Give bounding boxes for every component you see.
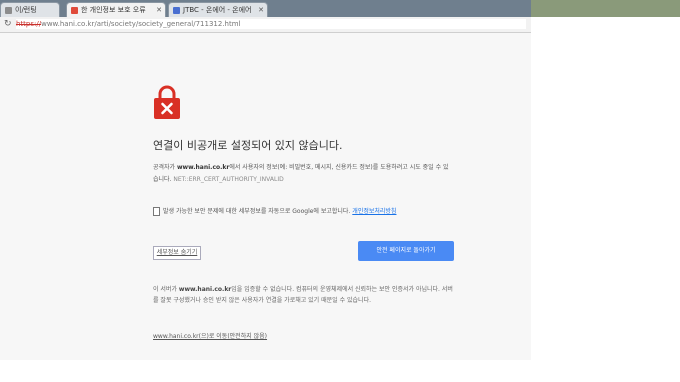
details-text: 이 서버가 www.hani.co.kr임을 입증할 수 없습니다. 컴퓨터의 …: [153, 284, 455, 306]
close-icon[interactable]: ✕: [258, 3, 264, 17]
blank-area: [0, 360, 531, 382]
page-title: 연결이 비공개로 설정되어 있지 않습니다.: [153, 139, 343, 152]
reload-icon[interactable]: ↻: [4, 19, 12, 29]
close-icon[interactable]: ✕: [156, 3, 162, 17]
report-row: 발생 가능한 보안 문제에 대한 세부정보를 자동으로 Google에 보고합니…: [153, 206, 396, 216]
tab-2[interactable]: 한 개인정보 보호 오류 ✕: [66, 2, 166, 18]
desc-domain: www.hani.co.kr: [177, 164, 230, 171]
back-to-safety-button[interactable]: 안전 페이지로 돌아가기: [358, 241, 454, 261]
tab-3-label: JTBC - 온에어 - 온에어: [183, 6, 252, 14]
address-bar: ↻ https://www.hani.co.kr/arti/society/so…: [0, 17, 531, 33]
url-scheme: https://: [16, 20, 42, 28]
page-favicon-icon: [5, 6, 12, 14]
tab-1-label: 이/런팅: [15, 6, 37, 14]
url-path: www.hani.co.kr/arti/society/society_gene…: [41, 20, 241, 28]
tab-2-label: 한 개인정보 보호 오류: [81, 6, 146, 14]
url-input[interactable]: https://www.hani.co.kr/arti/society/soci…: [16, 19, 526, 29]
page-favicon-icon: [71, 6, 78, 14]
report-text: 발생 가능한 보안 문제에 대한 세부정보를 자동으로 Google에 보고합니…: [163, 208, 351, 215]
lock-icon: [154, 85, 180, 119]
proceed-row: www.hani.co.kr(으)로 이동(안전하지 않음): [153, 331, 267, 340]
details-prefix: 이 서버가: [153, 286, 179, 293]
hide-details-button[interactable]: 세부정보 숨기기: [153, 246, 201, 260]
error-code: NET::ERR_CERT_AUTHORITY_INVALID: [173, 176, 284, 183]
tab-bar: 이/런팅 한 개인정보 보호 오류 ✕ JTBC - 온에어 - 온에어 ✕: [0, 0, 531, 18]
tab-3[interactable]: JTBC - 온에어 - 온에어 ✕: [168, 2, 268, 18]
page-favicon-icon: [173, 6, 180, 14]
desc-prefix: 공격자가: [153, 164, 177, 171]
desktop-background: [531, 0, 680, 17]
privacy-policy-link[interactable]: 개인정보처리방침: [352, 208, 396, 215]
details-domain: www.hani.co.kr: [178, 286, 232, 293]
tab-1[interactable]: 이/런팅: [0, 2, 60, 18]
error-description: 공격자가 www.hani.co.kr에서 사용자의 정보(예: 비밀번호, 메…: [153, 162, 453, 186]
proceed-unsafe-link[interactable]: www.hani.co.kr(으)로 이동(안전하지 않음): [153, 333, 267, 340]
interstitial-page: [0, 33, 531, 360]
blank-area: [531, 17, 680, 382]
report-checkbox[interactable]: [153, 207, 160, 216]
